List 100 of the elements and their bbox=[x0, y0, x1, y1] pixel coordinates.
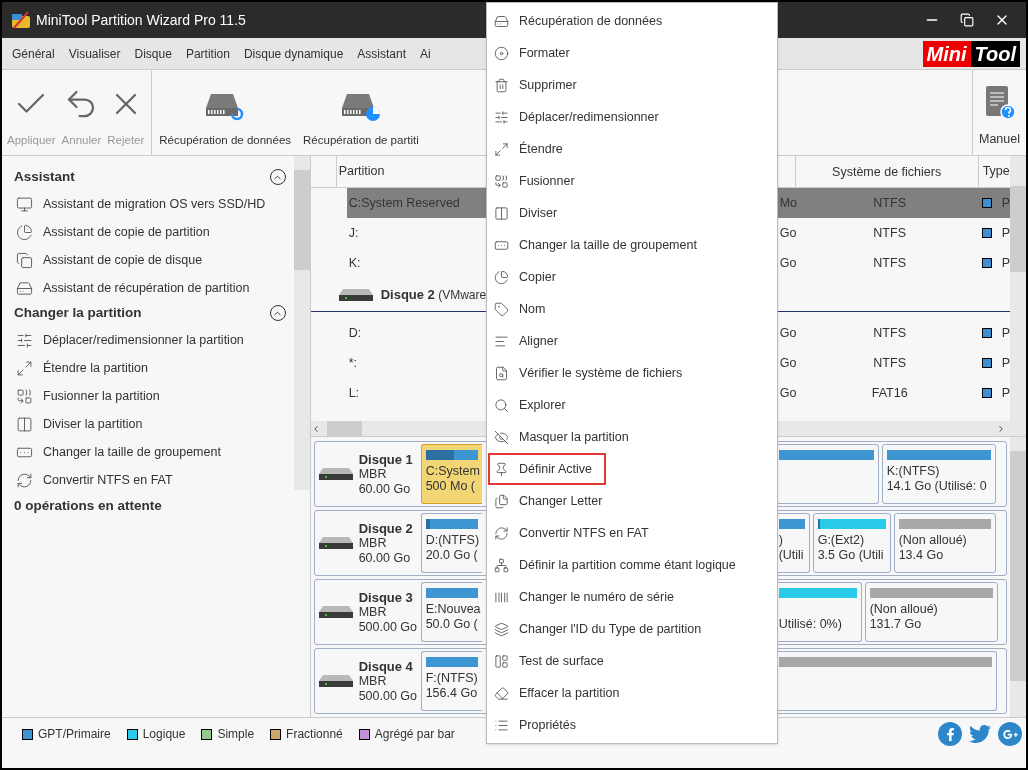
context-menu-item[interactable]: Propriétés bbox=[488, 709, 776, 741]
disk-name: Disque 3 bbox=[358, 589, 414, 605]
table-cell[interactable]: D: bbox=[346, 318, 484, 348]
scroll-thumb[interactable] bbox=[1010, 186, 1026, 272]
list-icon bbox=[494, 717, 509, 733]
sidebar-item[interactable]: Convertir NTFS en FAT bbox=[14, 466, 290, 490]
context-menu-item[interactable]: Convertir NTFS en FAT bbox=[488, 517, 776, 549]
partition-block[interactable]: (Non alloué) 13.4 Go bbox=[893, 513, 996, 573]
partition-block[interactable]: C:System 500 Mo ( bbox=[420, 444, 482, 504]
sidebar-item[interactable]: Déplacer/redimensionner la partition bbox=[14, 326, 290, 354]
window-title: MiniTool Partition Wizard Pro 11.5 bbox=[36, 10, 246, 30]
context-menu-item[interactable]: Supprimer bbox=[488, 69, 776, 101]
table-cell[interactable]: J: bbox=[346, 218, 484, 248]
toolbar-button[interactable]: Récupération de données bbox=[156, 70, 295, 155]
restore-icon[interactable] bbox=[960, 13, 974, 27]
column-header[interactable]: Type bbox=[978, 162, 1010, 181]
partition-block[interactable]: G:(Ext2) 3.5 Go (Utili bbox=[812, 513, 891, 573]
toolbar-button[interactable]: Récupération de partiti bbox=[300, 70, 422, 155]
sidebar-item[interactable]: Fusionner la partition bbox=[14, 382, 290, 410]
scroll-right-icon[interactable] bbox=[996, 423, 1006, 434]
sidebar-item[interactable]: Assistant de migration OS vers SSD/HD bbox=[14, 190, 290, 218]
context-menu-item[interactable]: Nom bbox=[488, 293, 776, 325]
table-cell[interactable]: K: bbox=[346, 248, 484, 278]
table-cell[interactable]: L: bbox=[346, 378, 484, 408]
section-title: Changer la partition bbox=[14, 303, 143, 322]
table-cell-text: P bbox=[1001, 384, 1010, 402]
sidebar-item[interactable]: Assistant de copie de disque bbox=[14, 246, 290, 274]
column-header[interactable]: Partition bbox=[336, 162, 484, 181]
context-menu-item[interactable]: Changer l'ID du Type de partition bbox=[488, 613, 776, 645]
table-cell[interactable]: *: bbox=[346, 348, 484, 378]
twitter-icon[interactable] bbox=[968, 722, 992, 746]
context-menu-item[interactable]: Définir Active bbox=[488, 453, 606, 485]
partition-size: (Utili bbox=[778, 548, 805, 563]
menu-item[interactable]: Visualiser bbox=[68, 44, 121, 63]
partition-size: 131.7 Go bbox=[869, 617, 923, 632]
refresh-icon bbox=[16, 471, 33, 489]
context-menu-item[interactable]: Aligner bbox=[488, 325, 776, 357]
context-menu-item[interactable]: Effacer la partition bbox=[488, 677, 776, 709]
disk-label: Disque 2 (VMware bbox=[380, 285, 487, 304]
menu-item[interactable]: Partition bbox=[185, 44, 230, 63]
context-menu-item[interactable]: Étendre bbox=[488, 133, 776, 165]
partition-block[interactable]: (Non alloué) 131.7 Go bbox=[864, 582, 998, 642]
partition-size: 14.1 Go (Utilisé: 0 bbox=[886, 479, 988, 494]
context-menu-item[interactable]: Diviser bbox=[488, 197, 776, 229]
context-menu-item[interactable]: Déplacer/redimensionner bbox=[488, 101, 776, 133]
context-menu-item[interactable]: Changer le numéro de série bbox=[488, 581, 776, 613]
sidebar-item[interactable]: Changer la taille de groupement bbox=[14, 438, 290, 466]
partition-block[interactable]: E:Nouvea 50.0 Go ( bbox=[420, 582, 482, 642]
context-menu-item[interactable]: Vérifier le système de fichiers bbox=[488, 357, 776, 389]
partition-block[interactable]: D:(NTFS) 20.0 Go ( bbox=[420, 513, 482, 573]
legend-label: Logique bbox=[142, 726, 186, 743]
menu-item[interactable]: Général bbox=[12, 44, 55, 63]
disk-style: MBR bbox=[358, 535, 387, 551]
drive-icon bbox=[494, 13, 509, 29]
disk-drive-icon bbox=[318, 674, 353, 688]
scroll-thumb[interactable] bbox=[326, 421, 362, 436]
context-menu-item[interactable]: Formater bbox=[488, 37, 776, 69]
table-cell-text: P bbox=[1001, 254, 1010, 272]
sidebar-item[interactable]: Assistant de récupération de partition bbox=[14, 274, 290, 302]
context-menu-item[interactable]: Masquer la partition bbox=[488, 421, 776, 453]
network-icon bbox=[494, 557, 509, 573]
context-menu-item[interactable]: Fusionner bbox=[488, 165, 776, 197]
partition-label: (Non alloué) bbox=[869, 602, 939, 617]
menu-item[interactable]: Disque bbox=[134, 44, 172, 63]
partition-size: 50.0 Go ( bbox=[425, 617, 478, 632]
context-menu-item[interactable]: Explorer bbox=[488, 389, 776, 421]
scroll-thumb[interactable] bbox=[1010, 451, 1026, 681]
table-cell-text: Go bbox=[779, 324, 798, 342]
table-cell-text: P bbox=[1001, 224, 1010, 242]
partition-size: 500 Mo ( bbox=[425, 479, 476, 494]
context-menu-item[interactable]: Test de surface bbox=[488, 645, 776, 677]
sidebar-item[interactable]: Diviser la partition bbox=[14, 410, 290, 438]
sidebar-item[interactable]: Étendre la partition bbox=[14, 354, 290, 382]
expand-icon bbox=[494, 141, 509, 157]
sliders-icon bbox=[494, 109, 509, 125]
context-menu-item[interactable]: Copier bbox=[488, 261, 776, 293]
context-menu-item[interactable]: Définir la partition comme étant logique bbox=[488, 549, 776, 581]
align-icon bbox=[494, 333, 509, 349]
tag-icon bbox=[494, 301, 509, 317]
pie-icon bbox=[494, 269, 509, 285]
context-menu-item[interactable]: Changer la taille de groupement bbox=[488, 229, 776, 261]
pin-icon bbox=[494, 461, 509, 477]
manual-button[interactable]: Manuel bbox=[972, 70, 1026, 155]
scroll-thumb[interactable] bbox=[293, 170, 310, 270]
context-menu-item[interactable]: Changer Letter bbox=[488, 485, 776, 517]
table-cell-text: Go bbox=[779, 384, 798, 402]
sidebar-item[interactable]: Assistant de copie de partition bbox=[14, 218, 290, 246]
disk-style: MBR bbox=[358, 604, 387, 620]
menu-item[interactable]: Ai bbox=[420, 44, 431, 63]
menu-item[interactable]: Disque dynamique bbox=[243, 44, 344, 63]
partition-block[interactable]: K:(NTFS) 14.1 Go (Utilisé: 0 bbox=[881, 444, 996, 504]
menu-item[interactable]: Assistant bbox=[357, 44, 406, 63]
column-header[interactable]: Système de fichiers bbox=[795, 156, 979, 187]
facebook-icon[interactable] bbox=[938, 722, 962, 746]
layers-icon bbox=[494, 621, 509, 637]
google-plus-icon[interactable] bbox=[998, 722, 1022, 746]
context-menu-item[interactable]: Récupération de données bbox=[488, 5, 776, 37]
partition-block[interactable]: F:(NTFS) 156.4 Go bbox=[420, 651, 482, 711]
table-cell-text: Go bbox=[779, 224, 798, 242]
partition-size: 20.0 Go ( bbox=[425, 548, 478, 563]
